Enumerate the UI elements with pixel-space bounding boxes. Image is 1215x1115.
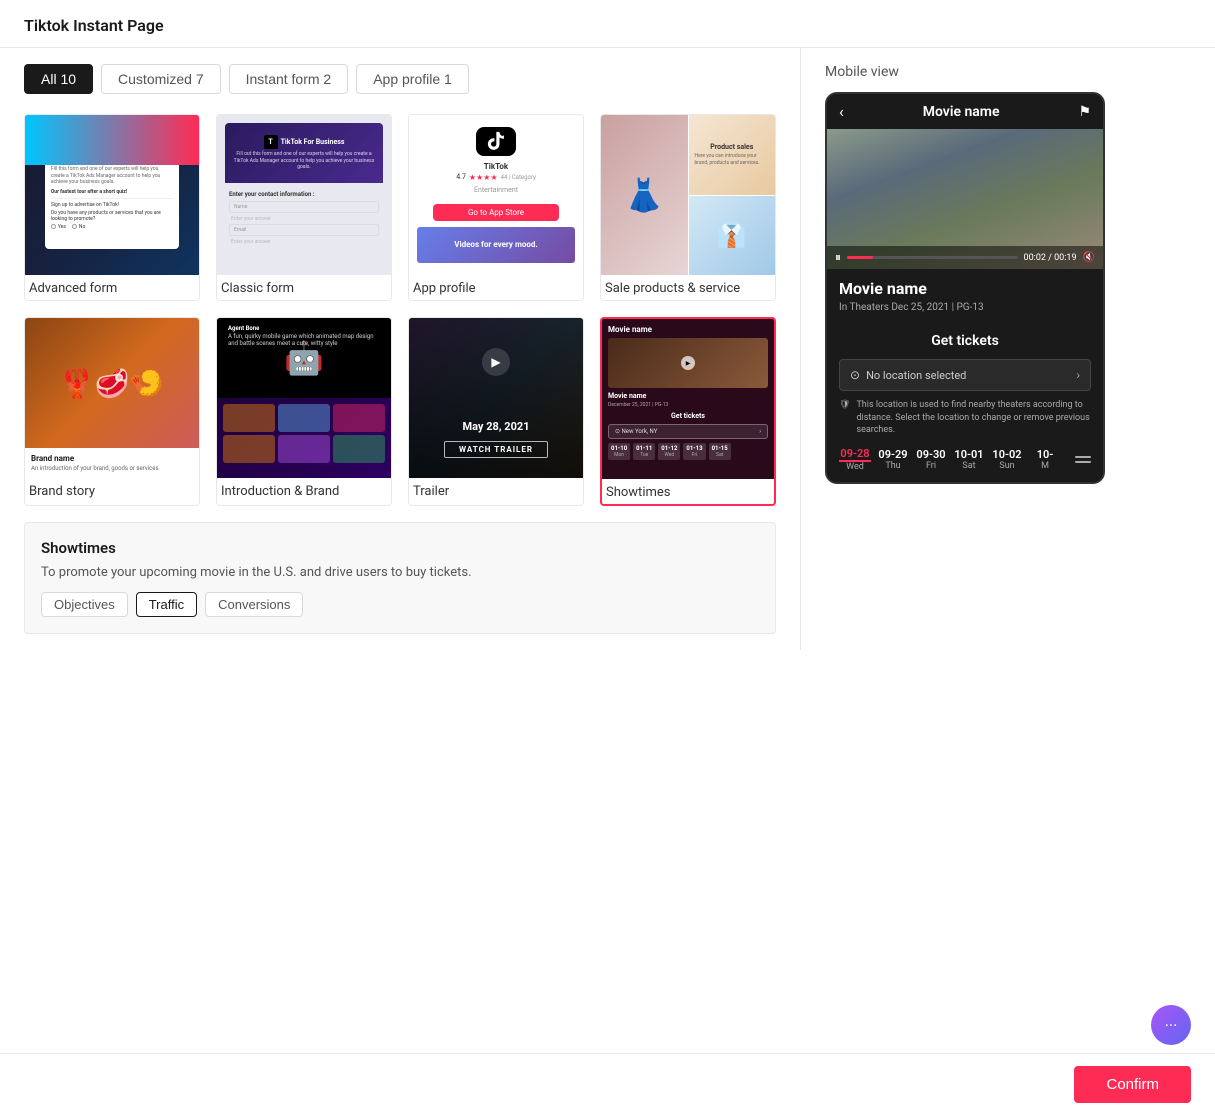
template-label-advanced-form: Advanced form xyxy=(25,275,199,300)
mobile-flag-icon: ⚑ xyxy=(1078,104,1091,120)
objective-tag-objectives[interactable]: Objectives xyxy=(41,592,128,617)
template-card-brand-story[interactable]: 🦞🥩🍤 Brand name An introduction of your b… xyxy=(24,317,200,506)
description-section: Showtimes To promote your upcoming movie… xyxy=(24,522,776,634)
tiktok-logo-icon xyxy=(476,127,516,156)
date-num-1: 09-29 xyxy=(877,448,909,461)
go-to-app-store-btn: Go to App Store xyxy=(433,204,559,221)
template-label-app-profile: App profile xyxy=(409,275,583,300)
description-title: Showtimes xyxy=(41,539,759,557)
date-day-2: Fri xyxy=(915,461,947,471)
template-thumb-classic: T TikTok For Business Fill out this form… xyxy=(217,115,391,275)
mobile-view-title: Mobile view xyxy=(825,64,1116,80)
notice-text: This location is used to find nearby the… xyxy=(856,399,1091,437)
date-item-4[interactable]: 10-02 Sun xyxy=(991,448,1023,471)
template-thumb-brand-story: 🦞🥩🍤 Brand name An introduction of your b… xyxy=(25,318,199,478)
page-title: Tiktok Instant Page xyxy=(24,16,164,35)
location-arrow-icon: › xyxy=(1076,368,1080,382)
mobile-back-button[interactable]: ‹ xyxy=(839,102,844,121)
date-num-0: 09-28 xyxy=(839,447,871,462)
template-card-app-profile[interactable]: TikTok 4.7 ★★★★ 44 | Category Entertainm… xyxy=(408,114,584,301)
template-thumb-showtimes: Movie name ▶ Movie name December 25, 202… xyxy=(602,319,774,479)
template-card-advanced-form[interactable]: T TikTok For Business Fill this form and… xyxy=(24,114,200,301)
date-day-4: Sun xyxy=(991,461,1023,471)
template-card-trailer[interactable]: ▶ May 28, 2021 WATCH TRAILER Trailer xyxy=(408,317,584,506)
location-left: ⊙ No location selected xyxy=(850,368,966,382)
template-card-classic-form[interactable]: T TikTok For Business Fill out this form… xyxy=(216,114,392,301)
template-thumb-advanced: T TikTok For Business Fill this form and… xyxy=(25,115,199,275)
template-card-intro-brand[interactable]: 🤖 Agent Bone A fun, quirky mobile game w… xyxy=(216,317,392,506)
date-item-2[interactable]: 09-30 Fri xyxy=(915,448,947,471)
date-day-0: Wed xyxy=(839,462,871,472)
template-label-trailer: Trailer xyxy=(409,478,583,503)
video-progress-bar[interactable] xyxy=(847,256,1018,259)
video-controls: ⏸ 00:02 / 00:19 🔇 xyxy=(827,246,1103,269)
movie-meta: In Theaters Dec 25, 2021 | PG-13 xyxy=(839,302,1091,313)
objective-tags: Objectives Traffic Conversions xyxy=(41,592,759,617)
date-day-5: M xyxy=(1029,461,1061,471)
date-item-5[interactable]: 10- M xyxy=(1029,448,1061,471)
filter-tab-app-profile[interactable]: App profile 1 xyxy=(356,64,469,94)
template-label-classic-form: Classic form xyxy=(217,275,391,300)
dates-settings-icon xyxy=(1075,456,1091,463)
play-pause-button[interactable]: ⏸ xyxy=(835,250,841,265)
confirm-button[interactable]: Confirm xyxy=(1074,1066,1191,1103)
objective-tag-conversions[interactable]: Conversions xyxy=(205,592,303,617)
templates-grid-row1: T TikTok For Business Fill this form and… xyxy=(24,114,776,301)
date-item-3[interactable]: 10-01 Sat xyxy=(953,448,985,471)
template-label-showtimes: Showtimes xyxy=(602,479,774,504)
movie-title: Movie name xyxy=(839,279,1091,298)
template-thumb-trailer: ▶ May 28, 2021 WATCH TRAILER xyxy=(409,318,583,478)
date-num-3: 10-01 xyxy=(953,448,985,461)
chat-bubble[interactable]: ··· xyxy=(1151,1005,1191,1045)
chat-icon: ··· xyxy=(1165,1016,1178,1035)
location-icon: ⊙ xyxy=(850,368,860,382)
description-text: To promote your upcoming movie in the U.… xyxy=(41,565,759,580)
template-thumb-app-profile: TikTok 4.7 ★★★★ 44 | Category Entertainm… xyxy=(409,115,583,275)
get-tickets-section: Get tickets ⊙ No location selected › 🛡 T… xyxy=(827,323,1103,482)
filter-tab-instant-form[interactable]: Instant form 2 xyxy=(229,64,349,94)
template-label-sale-products: Sale products & service xyxy=(601,275,775,300)
template-label-intro-brand: Introduction & Brand xyxy=(217,478,391,503)
main-content: All 10 Customized 7 Instant form 2 App p… xyxy=(0,48,1215,650)
get-tickets-title: Get tickets xyxy=(839,333,1091,349)
template-thumb-sale: 👗 Product sales Here you can introduce y… xyxy=(601,115,775,275)
location-text: No location selected xyxy=(866,369,966,382)
date-num-2: 09-30 xyxy=(915,448,947,461)
right-panel: Mobile view ‹ Movie name ⚑ ⏸ xyxy=(800,48,1140,650)
filter-tab-all[interactable]: All 10 xyxy=(24,64,93,94)
template-card-sale-products[interactable]: 👗 Product sales Here you can introduce y… xyxy=(600,114,776,301)
video-time: 00:02 / 00:19 xyxy=(1024,253,1077,263)
dates-row: 09-28 Wed 09-29 Thu 09-30 Fri 10-01 xyxy=(839,447,1091,472)
template-label-brand-story: Brand story xyxy=(25,478,199,503)
filter-tab-customized[interactable]: Customized 7 xyxy=(101,64,221,94)
template-card-showtimes[interactable]: Movie name ▶ Movie name December 25, 202… xyxy=(600,317,776,506)
date-day-3: Sat xyxy=(953,461,985,471)
mobile-frame: ‹ Movie name ⚑ ⏸ 00:02 / 00:19 xyxy=(825,92,1105,484)
header: Tiktok Instant Page xyxy=(0,0,1215,48)
notice-icon: 🛡 xyxy=(839,399,850,437)
date-num-4: 10-02 xyxy=(991,448,1023,461)
date-num-5: 10- xyxy=(1029,448,1061,461)
filter-tabs: All 10 Customized 7 Instant form 2 App p… xyxy=(24,64,776,94)
page-container: Tiktok Instant Page All 10 Customized 7 … xyxy=(0,0,1215,1115)
video-progress-fill xyxy=(847,256,873,259)
mobile-movie-info: Movie name In Theaters Dec 25, 2021 | PG… xyxy=(827,269,1103,323)
mobile-title: Movie name xyxy=(923,104,1000,120)
location-row[interactable]: ⊙ No location selected › xyxy=(839,359,1091,391)
date-item-1[interactable]: 09-29 Thu xyxy=(877,448,909,471)
volume-icon[interactable]: 🔇 xyxy=(1083,252,1095,263)
template-thumb-intro-brand: 🤖 Agent Bone A fun, quirky mobile game w… xyxy=(217,318,391,478)
bottom-bar: Confirm xyxy=(0,1053,1215,1115)
objective-tag-traffic[interactable]: Traffic xyxy=(136,592,197,617)
location-notice: 🛡 This location is used to find nearby t… xyxy=(839,399,1091,437)
date-day-1: Thu xyxy=(877,461,909,471)
mobile-top-bar: ‹ Movie name ⚑ xyxy=(827,94,1103,129)
templates-grid-row2: 🦞🥩🍤 Brand name An introduction of your b… xyxy=(24,317,776,506)
left-panel: All 10 Customized 7 Instant form 2 App p… xyxy=(0,48,800,650)
mobile-video-area: ⏸ 00:02 / 00:19 🔇 xyxy=(827,129,1103,269)
date-item-0[interactable]: 09-28 Wed xyxy=(839,447,871,472)
